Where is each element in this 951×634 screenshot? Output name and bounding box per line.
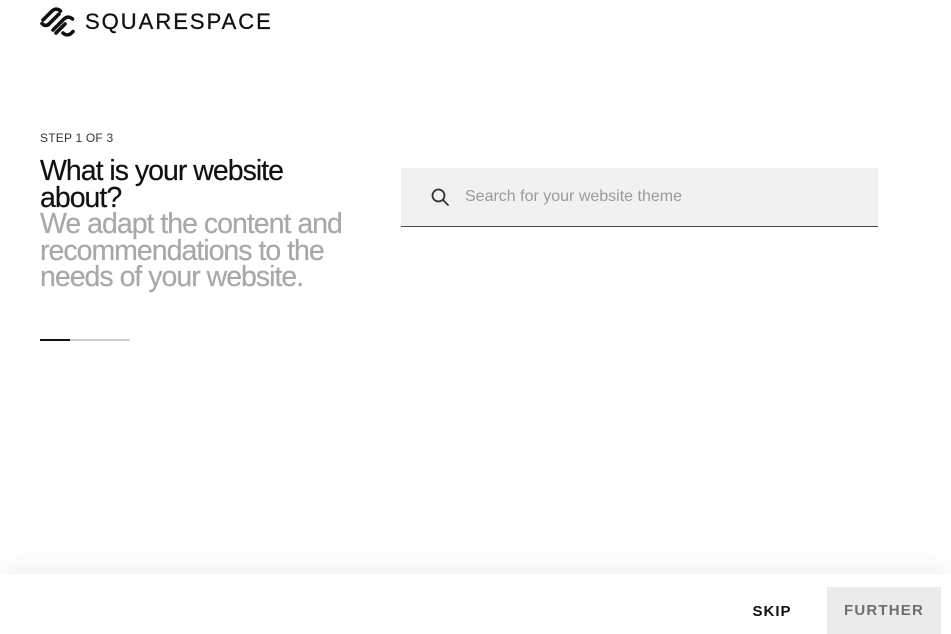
progress-bar: [40, 339, 130, 341]
theme-search-input[interactable]: [465, 188, 845, 206]
brand-name: SQUARESPACE: [85, 9, 273, 34]
onboarding-page: SQUARESPACE STEP 1 OF 3 What is your web…: [0, 0, 951, 634]
squarespace-logo-icon: [40, 7, 75, 37]
question-subtitle: We adapt the content and recommendations…: [40, 208, 343, 293]
question-title: What is your website about?: [40, 155, 284, 214]
skip-button[interactable]: SKIP: [733, 588, 811, 634]
progress-bar-fill: [40, 339, 70, 341]
page-title: What is your website about? We adapt the…: [40, 155, 360, 293]
footer-bar: SKIP FURTHER: [0, 574, 951, 634]
step-indicator: STEP 1 OF 3: [40, 131, 114, 145]
brand-logo[interactable]: SQUARESPACE: [39, 6, 273, 38]
theme-search-box[interactable]: [401, 168, 878, 227]
search-icon: [431, 188, 449, 206]
further-button[interactable]: FURTHER: [827, 587, 941, 634]
